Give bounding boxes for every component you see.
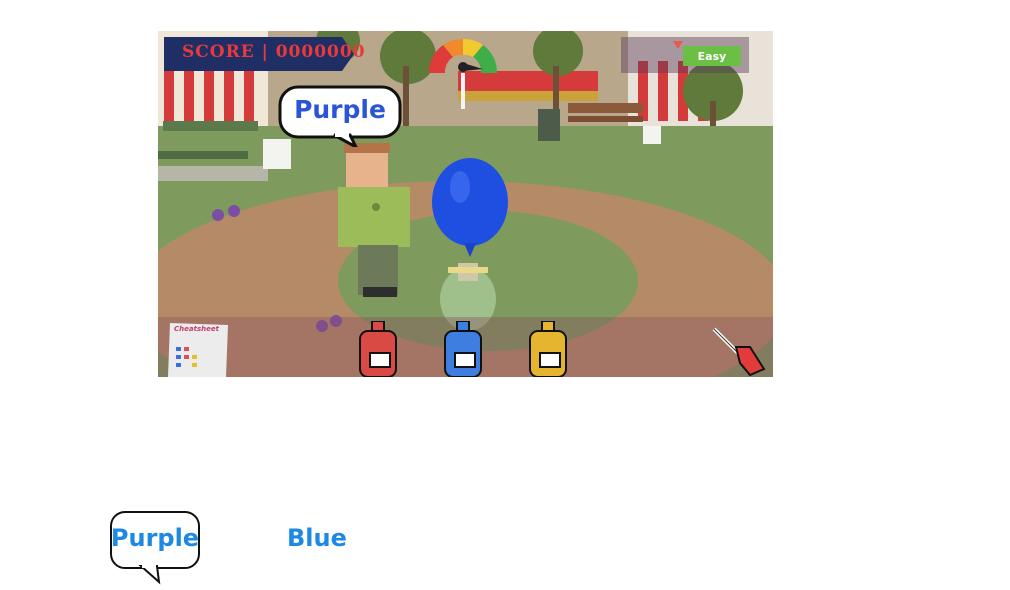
difficulty-badge[interactable]: Easy <box>683 46 741 66</box>
legend-target-label: Purple <box>110 524 200 552</box>
blue-paint-can[interactable] <box>441 321 485 377</box>
difficulty-panel: Easy <box>621 37 749 73</box>
red-paint-can[interactable] <box>356 321 400 377</box>
pin-icon[interactable] <box>710 325 766 377</box>
cheatsheet-title: Cheatsheet <box>174 325 219 333</box>
speech-bubble-text: Purple <box>294 95 386 124</box>
game-viewport[interactable]: SCORE | 0000000 Easy Purple Cheatsheet <box>158 31 773 377</box>
yellow-paint-can[interactable] <box>526 321 570 377</box>
mood-gauge <box>428 38 498 109</box>
difficulty-arrow-icon <box>673 41 683 49</box>
balloon[interactable] <box>430 157 510 267</box>
score-label: SCORE | 0000000 <box>182 42 366 62</box>
legend-answer-label: Blue <box>287 524 347 552</box>
